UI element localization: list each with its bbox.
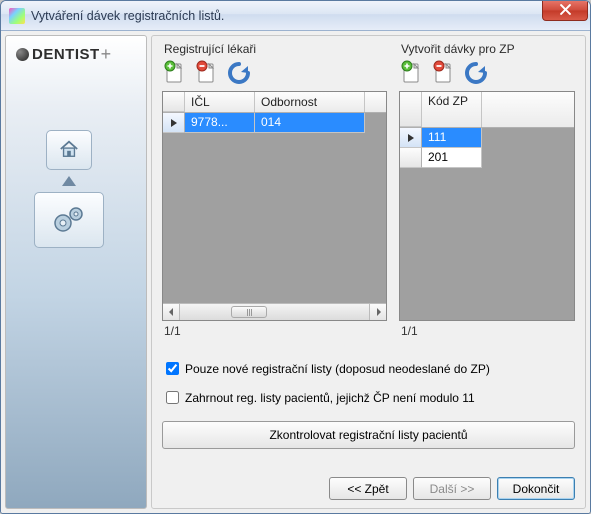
wizard-step-settings[interactable] [34, 192, 104, 248]
grid-doctors-rows: 9778... 014 [163, 113, 386, 303]
col-icl[interactable]: IČL [185, 92, 255, 112]
panel-doctors-heading: Registrující lékaři [162, 42, 387, 56]
row-header-col [163, 92, 185, 112]
refresh-zp-button[interactable] [463, 59, 489, 87]
finish-button[interactable]: Dokončit [497, 477, 575, 500]
brand-plus: + [101, 44, 112, 65]
scroll-thumb[interactable] [231, 306, 267, 318]
brand-dot-icon [16, 48, 29, 61]
next-button: Další >> [413, 477, 491, 500]
home-icon [58, 139, 80, 162]
wizard-nav [34, 126, 104, 252]
panel-zp: Vytvořit dávky pro ZP [399, 42, 575, 341]
gears-icon [49, 201, 89, 240]
only-new-checkbox[interactable] [166, 362, 179, 375]
wizard-step-home[interactable] [46, 130, 92, 170]
panel-zp-heading: Vytvořit dávky pro ZP [399, 42, 575, 56]
row-header-col [400, 92, 422, 127]
refresh-doctors-button[interactable] [226, 59, 252, 87]
include-mod11-checkbox[interactable] [166, 391, 179, 404]
toolbar-doctors [162, 59, 387, 87]
remove-doctor-button[interactable] [194, 59, 220, 87]
app-icon [9, 8, 25, 24]
remove-page-icon [433, 60, 455, 86]
cell-kod[interactable]: 111 [422, 128, 482, 148]
add-doctor-button[interactable] [162, 59, 188, 87]
row-selector[interactable] [163, 113, 185, 133]
scroll-left-button[interactable] [163, 304, 180, 320]
grid-zp-header: Kód ZP [400, 92, 574, 128]
cell-odbornost[interactable]: 014 [255, 113, 365, 133]
grid-doctors-header: IČL Odbornost [163, 92, 386, 113]
remove-zp-button[interactable] [431, 59, 457, 87]
dialog-window: Vytváření dávek registračních listů. DEN… [0, 0, 591, 514]
arrow-up-icon [62, 176, 76, 186]
table-row[interactable]: 9778... 014 [163, 113, 386, 133]
add-zp-button[interactable] [399, 59, 425, 87]
row-caret-icon [171, 119, 177, 127]
brand-text: DENTIST [32, 46, 100, 63]
table-row[interactable]: 111 [400, 128, 574, 148]
grid-doctors[interactable]: IČL Odbornost 9778... 014 [162, 91, 387, 321]
refresh-icon [463, 60, 489, 86]
col-kod-zp[interactable]: Kód ZP [422, 92, 482, 127]
row-caret-icon [408, 134, 414, 142]
grid-zp[interactable]: Kód ZP 111 201 [399, 91, 575, 321]
row-selector[interactable] [400, 148, 422, 168]
brand-logo: DENTIST + [16, 44, 112, 65]
pager-zp: 1/1 [399, 321, 575, 341]
cell-kod[interactable]: 201 [422, 148, 482, 168]
refresh-icon [226, 60, 252, 86]
client-area: DENTIST + [1, 31, 590, 513]
close-button[interactable] [542, 1, 588, 21]
titlebar: Vytváření dávek registračních listů. [1, 1, 590, 31]
option-include-mod11: Zahrnout reg. listy pacientů, jejichž ČP… [162, 388, 575, 407]
horizontal-scrollbar[interactable] [163, 303, 386, 320]
remove-page-icon [196, 60, 218, 86]
option-only-new: Pouze nové registrační listy (doposud ne… [162, 359, 575, 378]
toolbar-zp [399, 59, 575, 87]
window-title: Vytváření dávek registračních listů. [31, 9, 224, 23]
options-area: Pouze nové registrační listy (doposud ne… [162, 353, 575, 417]
row-selector[interactable] [400, 128, 422, 148]
check-patients-button[interactable]: Zkontrolovat registrační listy pacientů [162, 421, 575, 449]
include-mod11-label[interactable]: Zahrnout reg. listy pacientů, jejichž ČP… [185, 391, 475, 405]
add-page-icon [164, 60, 186, 86]
panels-row: Registrující lékaři [162, 42, 575, 341]
close-icon [560, 4, 571, 18]
only-new-label[interactable]: Pouze nové registrační listy (doposud ne… [185, 362, 490, 376]
wizard-sidebar: DENTIST + [5, 35, 147, 509]
pager-doctors: 1/1 [162, 321, 387, 341]
back-button[interactable]: << Zpět [329, 477, 407, 500]
table-row[interactable]: 201 [400, 148, 574, 168]
grid-zp-rows: 111 201 [400, 128, 574, 320]
col-odbornost[interactable]: Odbornost [255, 92, 365, 112]
panel-doctors: Registrující lékaři [162, 42, 387, 341]
scroll-right-button[interactable] [369, 304, 386, 320]
main-panel: Registrující lékaři [151, 35, 586, 509]
add-page-icon [401, 60, 423, 86]
cell-icl[interactable]: 9778... [185, 113, 255, 133]
wizard-footer: << Zpět Další >> Dokončit [162, 467, 575, 500]
